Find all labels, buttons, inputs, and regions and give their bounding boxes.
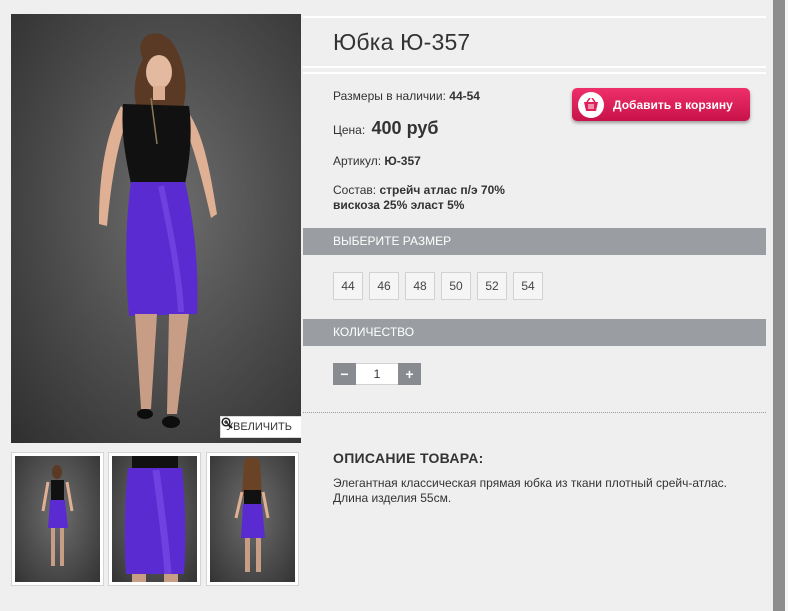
sku-label: Артикул: [333,154,382,168]
sku: Артикул: Ю-357 [333,154,421,168]
quantity-increase-button[interactable]: + [398,363,421,385]
magnifier-plus-icon [221,417,233,429]
size-options: 44 46 48 50 52 54 [333,272,543,300]
product-title-box: Юбка Ю-357 [303,16,766,68]
size-option-44[interactable]: 44 [333,272,363,300]
divider [303,72,766,74]
product-title: Юбка Ю-357 [333,29,471,55]
scrollbar-thumb[interactable] [773,0,785,611]
composition-label: Состав: [333,183,377,197]
description-text: Элегантная классическая прямая юбка из т… [333,476,728,505]
size-option-48[interactable]: 48 [405,272,435,300]
sizes-available: Размеры в наличии: 44-54 [333,89,480,103]
price-label: Цена: [333,123,366,137]
zoom-button[interactable]: УВЕЛИЧИТЬ [220,416,301,438]
sizes-available-label: Размеры в наличии: [333,89,446,103]
composition-value-line2: вискоза 25% эласт 5% [333,198,465,212]
basket-icon [578,91,604,118]
dotted-divider [303,412,766,413]
composition: Состав: стрейч атлас п/э 70% [333,183,505,197]
quantity-section-header: КОЛИЧЕСТВО [303,319,766,346]
thumbnail-skirt-closeup[interactable] [108,452,201,586]
size-option-50[interactable]: 50 [441,272,471,300]
quantity-input[interactable] [356,363,398,385]
zoom-label: УВЕЛИЧИТЬ [226,421,292,433]
thumbnail-back-full[interactable] [206,452,299,586]
size-section-header: ВЫБЕРИТЕ РАЗМЕР [303,228,766,255]
size-option-46[interactable]: 46 [369,272,399,300]
size-option-54[interactable]: 54 [513,272,543,300]
thumbnail-front-full[interactable] [11,452,104,586]
price: Цена: 400 руб [333,118,438,139]
sku-value: Ю-357 [384,154,421,168]
main-product-photo[interactable]: УВЕЛИЧИТЬ [11,14,301,443]
price-value: 400 руб [371,118,439,138]
quantity-decrease-button[interactable]: − [333,363,356,385]
add-to-cart-label: Добавить в корзину [613,97,733,112]
add-to-cart-button[interactable]: Добавить в корзину [572,88,750,121]
size-option-52[interactable]: 52 [477,272,507,300]
composition-value-line1: стрейч атлас п/э 70% [379,183,505,197]
sizes-available-value: 44-54 [449,89,480,103]
composition-line2: вискоза 25% эласт 5% [333,198,464,212]
description-heading: ОПИСАНИЕ ТОВАРА: [333,450,484,466]
quantity-stepper: − + [333,363,421,385]
